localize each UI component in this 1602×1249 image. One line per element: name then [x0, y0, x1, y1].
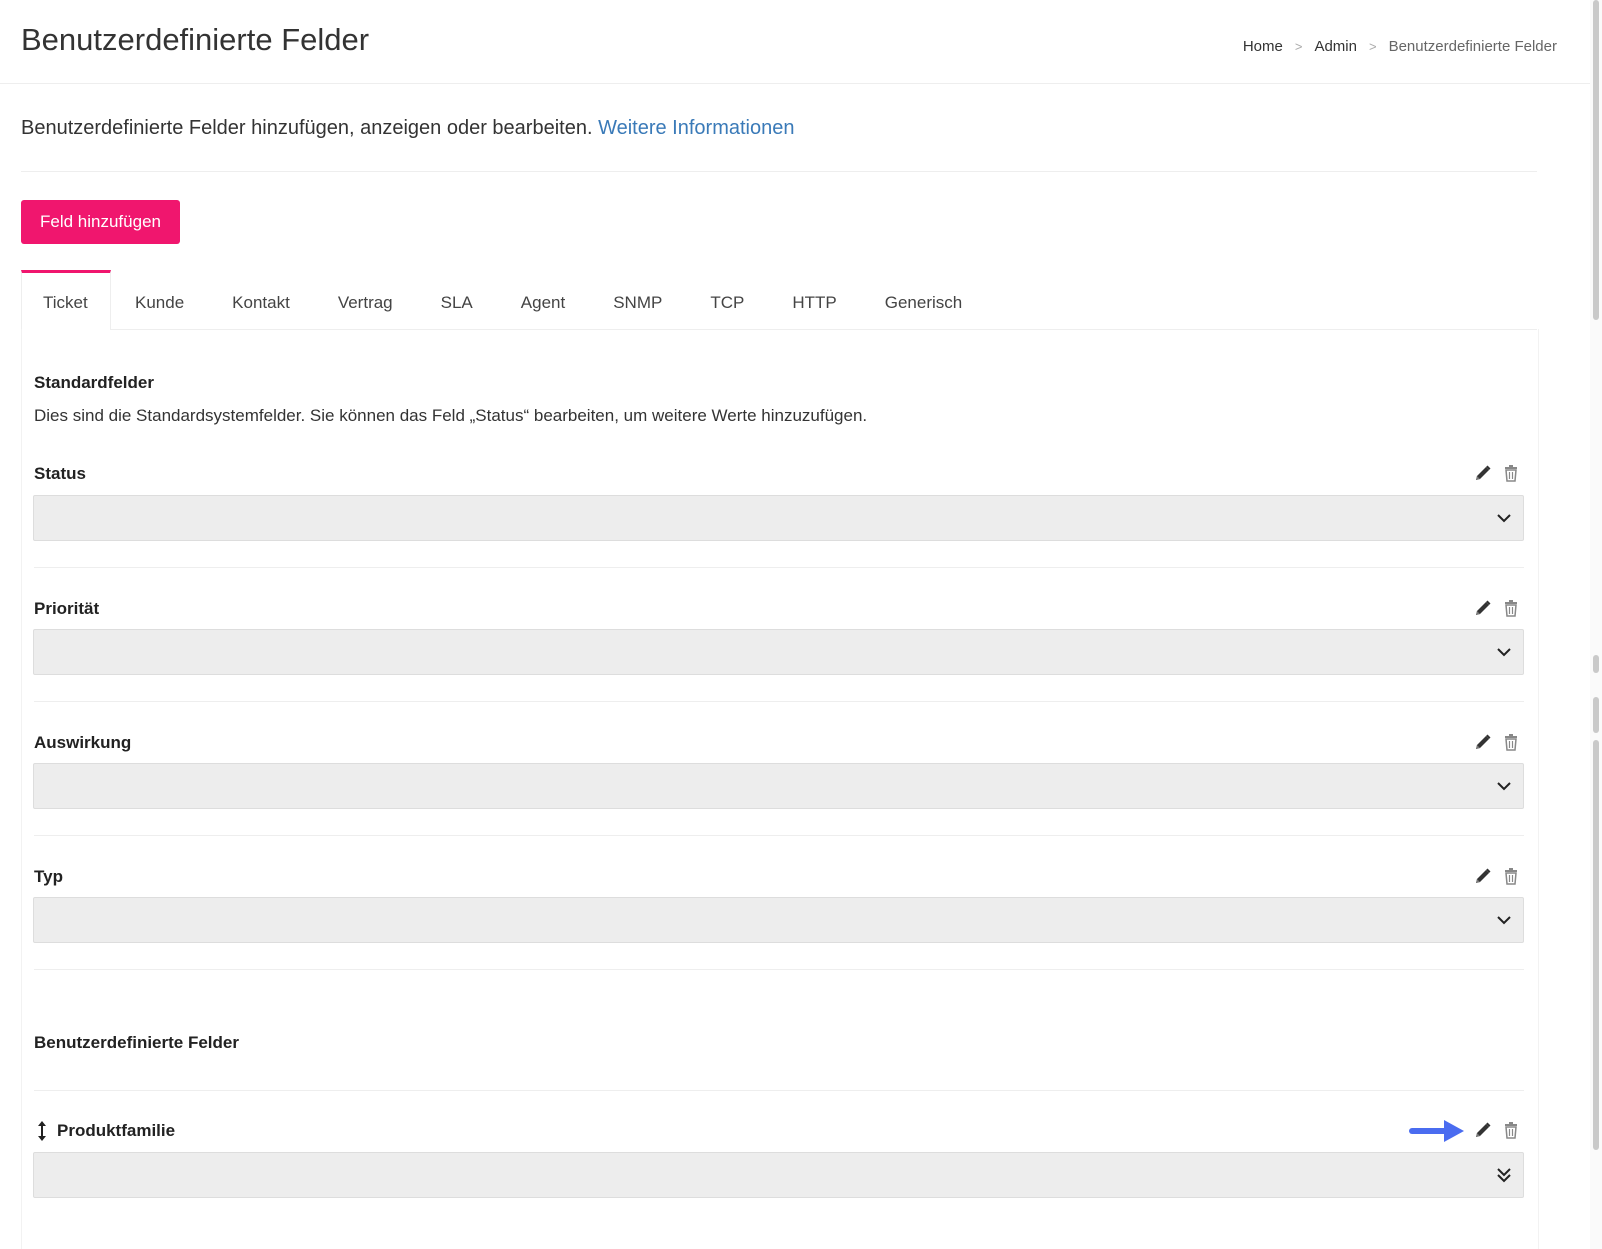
object-type-tabs: Ticket Kunde Kontakt Vertrag SLA Agent S… [21, 270, 1537, 330]
divider [34, 969, 1524, 970]
field-label-auswirkung: Auswirkung [34, 733, 132, 752]
tab-http[interactable]: HTTP [768, 270, 860, 329]
tab-tcp[interactable]: TCP [686, 270, 768, 329]
scrollbar-thumb[interactable] [1593, 655, 1599, 673]
page-title: Benutzerdefinierte Felder [21, 22, 370, 57]
tab-snmp[interactable]: SNMP [589, 270, 686, 329]
breadcrumb-current: Benutzerdefinierte Felder [1388, 38, 1557, 55]
field-actions [1474, 1121, 1520, 1139]
trash-icon[interactable] [1502, 867, 1520, 885]
field-actions [1474, 464, 1520, 482]
prioritaet-select[interactable] [33, 629, 1524, 675]
tab-kontakt[interactable]: Kontakt [208, 270, 314, 329]
tab-agent[interactable]: Agent [497, 270, 589, 329]
chevron-down-icon [1495, 643, 1513, 661]
divider [21, 171, 1537, 172]
chevron-down-icon [1495, 509, 1513, 527]
divider [34, 1090, 1524, 1091]
standard-fields-title: Standardfelder [34, 373, 154, 392]
tab-kunde[interactable]: Kunde [111, 270, 208, 329]
vertical-arrows-icon[interactable] [36, 1121, 48, 1141]
page-scrollbar[interactable] [1590, 0, 1602, 1249]
status-select[interactable] [33, 495, 1524, 541]
produktfamilie-select[interactable] [33, 1152, 1524, 1198]
typ-select[interactable] [33, 897, 1524, 943]
chevron-down-icon [1495, 777, 1513, 795]
double-chevron-down-icon [1495, 1166, 1513, 1184]
field-label-status: Status [34, 464, 86, 483]
standard-fields-description: Dies sind die Standardsystemfelder. Sie … [34, 406, 868, 425]
divider [34, 567, 1524, 568]
chevron-down-icon [1495, 911, 1513, 929]
pencil-icon[interactable] [1474, 599, 1492, 617]
tab-vertrag[interactable]: Vertrag [314, 270, 417, 329]
scrollbar-thumb[interactable] [1593, 697, 1599, 733]
divider [34, 701, 1524, 702]
auswirkung-select[interactable] [33, 763, 1524, 809]
field-label-typ: Typ [34, 867, 63, 886]
arrow-right-icon [1408, 1117, 1466, 1145]
trash-icon[interactable] [1502, 733, 1520, 751]
breadcrumb-home[interactable]: Home [1243, 38, 1283, 55]
intro-description: Benutzerdefinierte Felder hinzufügen, an… [21, 117, 593, 139]
pencil-icon[interactable] [1474, 867, 1492, 885]
more-info-link[interactable]: Weitere Informationen [598, 117, 794, 139]
custom-fields-title: Benutzerdefinierte Felder [34, 1033, 239, 1052]
field-actions [1474, 599, 1520, 617]
scrollbar-thumb[interactable] [1593, 740, 1599, 1150]
divider [34, 835, 1524, 836]
page-header: Benutzerdefinierte Felder Home > Admin >… [0, 0, 1590, 84]
trash-icon[interactable] [1502, 599, 1520, 617]
trash-icon[interactable] [1502, 1121, 1520, 1139]
add-field-button[interactable]: Feld hinzufügen [21, 200, 180, 244]
field-label-prioritaet: Priorität [34, 599, 100, 618]
pencil-icon[interactable] [1474, 1121, 1492, 1139]
breadcrumb-separator: > [1368, 39, 1377, 54]
field-actions [1474, 733, 1520, 751]
custom-field-row: Produktfamilie [36, 1121, 175, 1141]
breadcrumb: Home > Admin > Benutzerdefinierte Felder [1243, 38, 1557, 55]
tab-sla[interactable]: SLA [417, 270, 497, 329]
field-actions [1474, 867, 1520, 885]
pencil-icon[interactable] [1474, 733, 1492, 751]
tab-generisch[interactable]: Generisch [861, 270, 986, 329]
breadcrumb-admin[interactable]: Admin [1314, 38, 1357, 55]
scrollbar-thumb[interactable] [1593, 0, 1599, 320]
field-label-produktfamilie: Produktfamilie [57, 1121, 176, 1140]
trash-icon[interactable] [1502, 464, 1520, 482]
pencil-icon[interactable] [1474, 464, 1492, 482]
breadcrumb-separator: > [1294, 39, 1303, 54]
tab-ticket[interactable]: Ticket [21, 270, 111, 330]
intro-text: Benutzerdefinierte Felder hinzufügen, an… [21, 117, 794, 140]
